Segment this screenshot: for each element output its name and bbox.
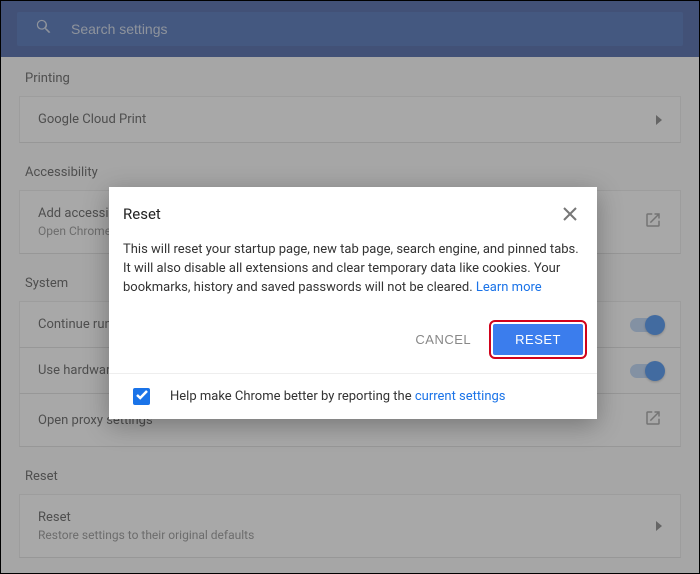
learn-more-link[interactable]: Learn more [476,280,542,295]
report-checkbox[interactable] [133,388,150,405]
dialog-footer-text: Help make Chrome better by reporting the… [170,389,506,404]
current-settings-link[interactable]: current settings [415,389,506,404]
reset-dialog: Reset This will reset your startup page,… [109,187,597,419]
dialog-title: Reset [123,205,161,223]
close-icon [563,210,577,225]
check-icon [136,389,148,404]
close-button[interactable] [563,207,577,221]
dialog-body: This will reset your startup page, new t… [109,227,597,298]
cancel-button[interactable]: CANCEL [407,324,479,355]
reset-confirm-button[interactable]: RESET [493,324,583,355]
